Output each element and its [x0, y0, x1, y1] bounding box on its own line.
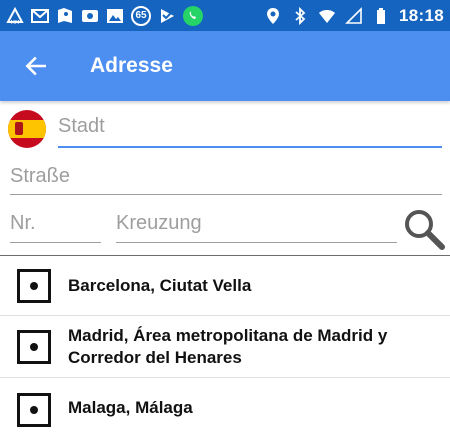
accessibility-icon: MM — [6, 6, 24, 25]
street-field[interactable] — [10, 165, 442, 195]
spain-flag-icon[interactable] — [8, 110, 46, 148]
list-item-label: Madrid, Área metropolitana de Madrid y C… — [68, 325, 388, 367]
svg-text:MM: MM — [11, 20, 20, 25]
status-time: 18:18 — [399, 5, 444, 25]
result-list: Barcelona, Ciutat Vella Madrid, Área met… — [0, 256, 450, 435]
street-input[interactable] — [10, 165, 442, 188]
house-number-field[interactable] — [10, 212, 101, 243]
list-item[interactable]: Malaga, Málaga — [0, 378, 450, 435]
status-notifications: MM 65 — [6, 5, 203, 26]
back-button[interactable] — [22, 52, 50, 80]
status-bar: MM 65 18:18 — [0, 0, 450, 31]
whatsapp-icon — [183, 5, 203, 26]
status-system: 18:18 — [264, 6, 444, 26]
app-bar: Adresse — [0, 31, 450, 101]
list-item[interactable]: Madrid, Área metropolitana de Madrid y C… — [0, 316, 450, 378]
crossing-input[interactable] — [116, 212, 397, 235]
location-marker-icon — [17, 269, 51, 303]
gallery-icon — [106, 7, 124, 25]
location-marker-icon — [17, 330, 51, 364]
location-marker-icon — [17, 393, 51, 427]
city-field[interactable] — [58, 115, 442, 148]
list-item-label: Malaga, Málaga — [68, 397, 193, 417]
location-icon — [264, 7, 282, 25]
signal-icon — [345, 6, 363, 25]
notification-badge: 65 — [131, 5, 151, 26]
magnifier-icon — [405, 210, 445, 250]
photo-icon — [81, 7, 99, 25]
city-input[interactable] — [58, 115, 442, 138]
bluetooth-icon — [291, 6, 309, 25]
house-number-input[interactable] — [10, 212, 101, 235]
search-button[interactable] — [402, 207, 446, 251]
crossing-field[interactable] — [116, 212, 397, 243]
battery-icon — [372, 7, 390, 25]
arrow-left-icon — [25, 56, 46, 76]
list-item[interactable]: Barcelona, Ciutat Vella — [0, 256, 450, 316]
wifi-icon — [318, 7, 336, 25]
list-item-label: Barcelona, Ciutat Vella — [68, 275, 252, 295]
gmail-icon — [31, 7, 49, 25]
maps-icon — [56, 7, 74, 25]
play-icon — [158, 7, 176, 25]
page-title: Adresse — [90, 54, 173, 77]
